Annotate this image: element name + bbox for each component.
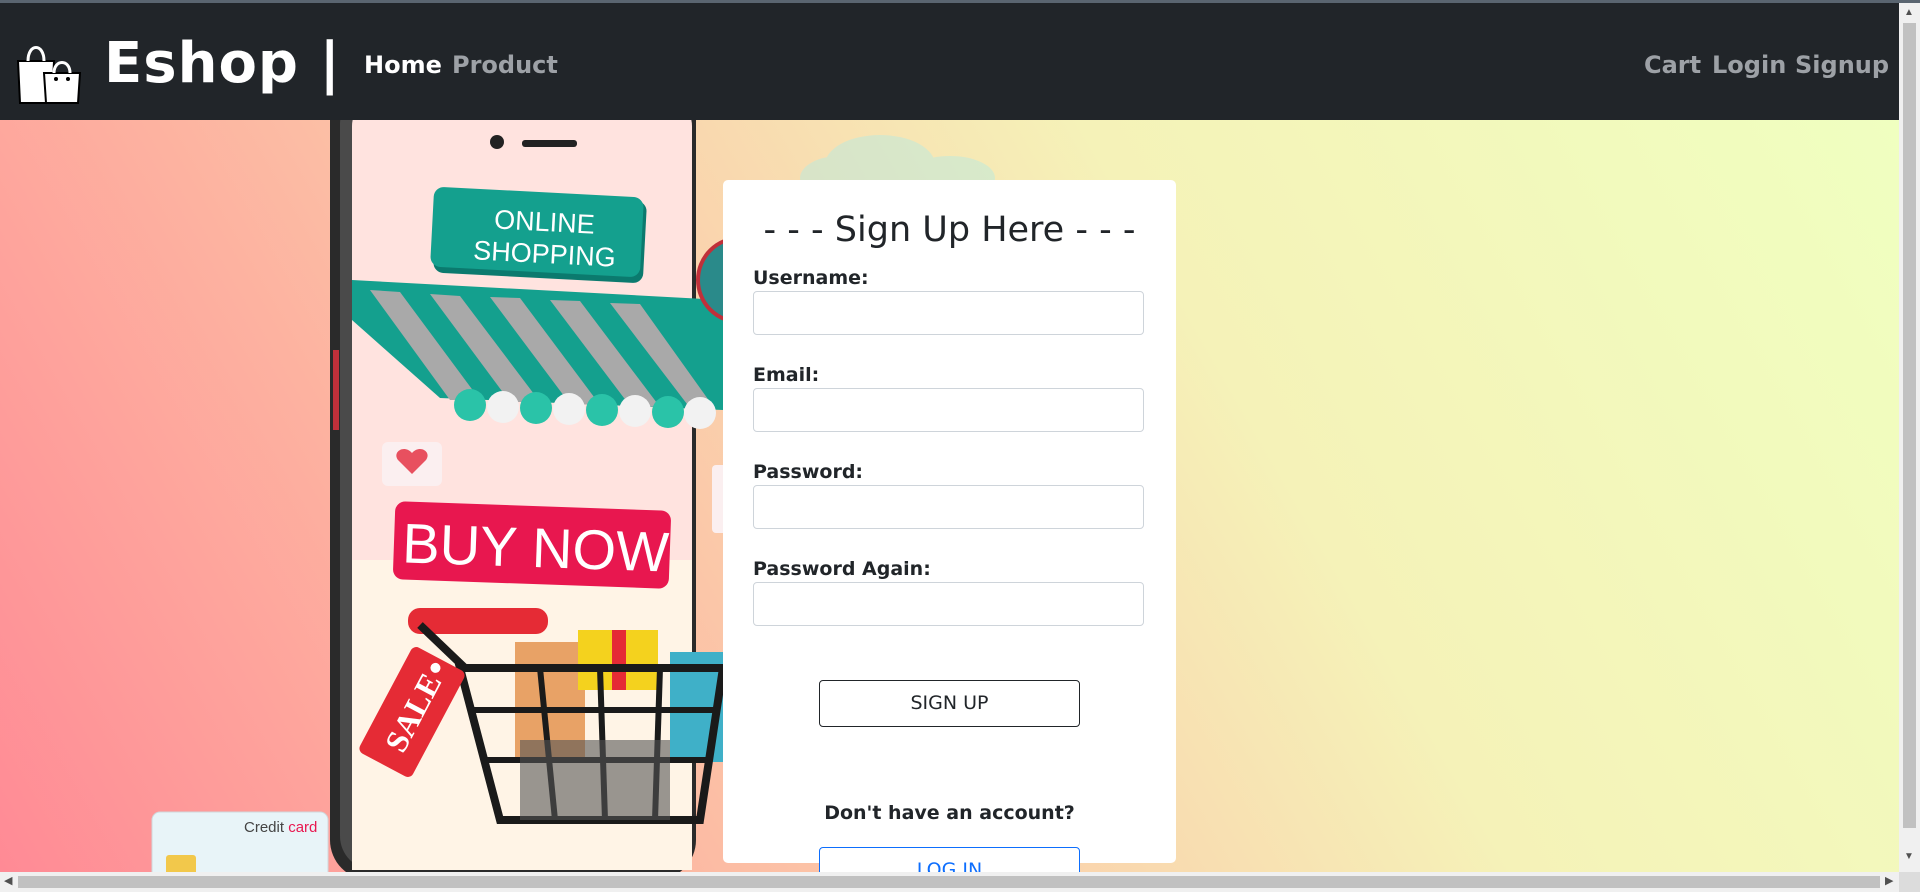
vertical-scrollbar[interactable]: ▲ ▼: [1899, 3, 1920, 875]
username-input[interactable]: [753, 291, 1144, 335]
shopping-bags-icon[interactable]: [16, 33, 86, 105]
credit-card-icon: Credit card: [151, 811, 329, 872]
nav-login-link[interactable]: Login: [1712, 51, 1786, 79]
password-label: Password:: [753, 461, 864, 483]
password-input[interactable]: [753, 485, 1144, 529]
email-label: Email:: [753, 364, 820, 386]
password-again-label: Password Again:: [753, 558, 931, 580]
email-input[interactable]: [753, 388, 1144, 432]
scroll-down-arrow-icon[interactable]: ▼: [1904, 851, 1914, 862]
horizontal-scroll-thumb[interactable]: [18, 876, 1880, 888]
signup-button[interactable]: SIGN UP: [819, 680, 1080, 727]
scroll-up-arrow-icon[interactable]: ▲: [1904, 7, 1914, 18]
hero-background: ONLINE SHOPPING BUY NOW SALE Credit card…: [0, 120, 1899, 872]
heart-bubble-icon: [382, 442, 442, 486]
password-again-input[interactable]: [753, 582, 1144, 626]
signup-card: - - - Sign Up Here - - - Username: Email…: [723, 180, 1176, 872]
nav-cart-link[interactable]: Cart: [1644, 51, 1701, 79]
login-button[interactable]: LOG IN: [819, 847, 1080, 872]
no-account-text: Don't have an account?: [824, 802, 1075, 824]
buy-now-text: BUY NOW: [401, 511, 670, 583]
username-label: Username:: [753, 267, 869, 289]
form-title: - - - Sign Up Here - - -: [763, 210, 1136, 250]
sign-text-line1: ONLINE: [493, 204, 595, 239]
credit-card-label: Credit card: [244, 819, 317, 836]
scrollbar-corner: [1899, 872, 1920, 892]
navbar: Eshop | Home Product Cart Login Signup: [0, 3, 1899, 120]
vertical-scroll-thumb[interactable]: [1903, 23, 1916, 828]
brand-name[interactable]: Eshop |: [104, 31, 341, 96]
nav-home-link[interactable]: Home: [364, 51, 442, 79]
nav-signup-link[interactable]: Signup: [1795, 51, 1889, 79]
scroll-right-arrow-icon[interactable]: ▶: [1885, 874, 1893, 887]
scroll-left-arrow-icon[interactable]: ◀: [4, 874, 12, 887]
horizontal-scrollbar[interactable]: ◀ ▶: [0, 872, 1899, 892]
nav-product-link[interactable]: Product: [452, 51, 558, 79]
